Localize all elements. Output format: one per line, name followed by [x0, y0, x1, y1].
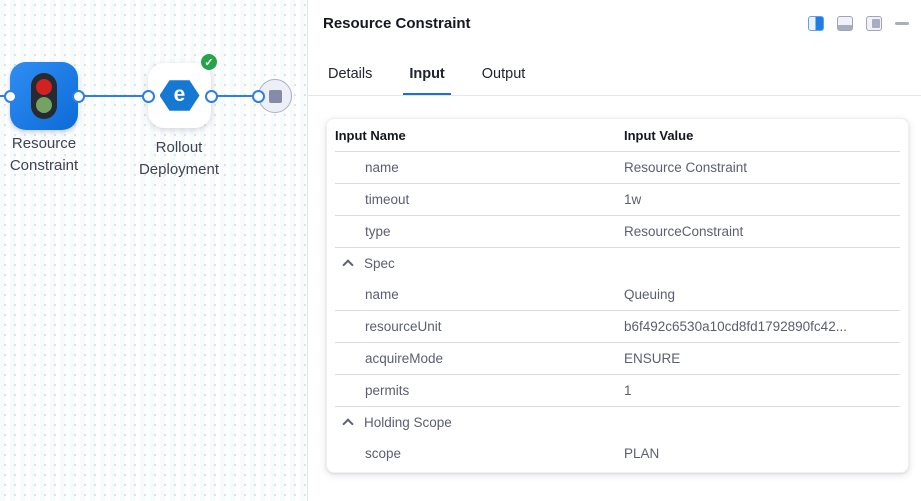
details-panel: Resource Constraint Details Input Output…	[307, 0, 921, 501]
traffic-light-green	[36, 97, 52, 113]
table-row: scope PLAN	[327, 438, 908, 469]
layout-split-right-icon[interactable]	[808, 16, 824, 31]
port-rollout-in[interactable]	[142, 90, 155, 103]
panel-tabs: Details Input Output	[322, 66, 531, 96]
traffic-light-icon	[31, 73, 57, 119]
table-row: acquireMode ENSURE	[327, 343, 908, 374]
chevron-up-icon[interactable]	[342, 418, 353, 429]
port-rollout-out[interactable]	[205, 90, 218, 103]
row-value: Queuing	[623, 287, 908, 302]
stop-square-icon	[269, 90, 282, 103]
chevron-up-icon[interactable]	[342, 259, 353, 270]
row-value: ResourceConstraint	[623, 224, 908, 239]
node-rollout-deployment[interactable]: e	[148, 63, 211, 128]
panel-toolbar	[808, 16, 909, 31]
row-label: timeout	[365, 192, 409, 207]
port-rc-in[interactable]	[4, 90, 17, 103]
column-header-input-name: Input Name	[327, 128, 623, 143]
edge-rc-to-rollout[interactable]	[78, 95, 149, 97]
table-row: timeout 1w	[327, 184, 908, 215]
table-row: resourceUnit b6f492c6530a10cd8fd1792890fc…	[327, 311, 908, 342]
row-label: name	[365, 287, 399, 302]
workflow-canvas[interactable]: Resource Constraint e ✓ Rollout Deployme…	[0, 0, 307, 501]
panel-title: Resource Constraint	[323, 15, 471, 32]
table-row: permits 1	[327, 375, 908, 406]
tab-input[interactable]: Input	[403, 66, 450, 96]
node-label-rollout-deployment: Rollout Deployment	[124, 137, 234, 180]
row-value: PLAN	[623, 446, 908, 461]
column-header-input-value: Input Value	[623, 128, 908, 143]
table-row: type ResourceConstraint	[327, 216, 908, 247]
tab-output[interactable]: Output	[476, 66, 532, 96]
tab-details[interactable]: Details	[322, 66, 378, 96]
minimize-icon[interactable]	[895, 22, 909, 25]
table-header-row: Input Name Input Value	[327, 119, 908, 151]
input-table-body: name Resource Constraint timeout 1w type Reso…	[327, 152, 908, 469]
node-resource-constraint[interactable]	[10, 62, 78, 130]
table-row: name Resource Constraint	[327, 152, 908, 183]
row-label: scope	[365, 446, 401, 461]
row-label: type	[365, 224, 391, 239]
row-label: Spec	[364, 256, 395, 271]
node-label-resource-constraint: Resource Constraint	[0, 133, 99, 176]
row-label: acquireMode	[365, 351, 443, 366]
row-label: permits	[365, 383, 409, 398]
input-table-card: Input Name Input Value name Resource Cons…	[326, 118, 909, 473]
workflow-app: Resource Constraint e ✓ Rollout Deployme…	[0, 0, 921, 501]
row-value: 1w	[623, 192, 908, 207]
traffic-light-red	[36, 79, 52, 95]
row-label: name	[365, 160, 399, 175]
tabs-divider	[308, 95, 921, 96]
layout-right-overlay-icon[interactable]	[866, 16, 882, 31]
success-check-badge: ✓	[200, 53, 218, 71]
layout-bottom-panel-icon[interactable]	[837, 16, 853, 31]
port-rc-out[interactable]	[72, 90, 85, 103]
row-value: ENSURE	[623, 351, 908, 366]
section-header-row[interactable]: Spec	[327, 248, 908, 279]
section-header-row[interactable]: Holding Scope	[327, 407, 908, 438]
row-label: Holding Scope	[364, 415, 452, 430]
port-end-in[interactable]	[252, 90, 265, 103]
row-value: Resource Constraint	[623, 160, 908, 175]
row-value: b6f492c6530a10cd8fd1792890fc42...	[623, 319, 908, 334]
rollout-logo-icon: e	[160, 79, 200, 113]
row-label: resourceUnit	[365, 319, 442, 334]
table-row: name Queuing	[327, 279, 908, 310]
row-value: 1	[623, 383, 908, 398]
